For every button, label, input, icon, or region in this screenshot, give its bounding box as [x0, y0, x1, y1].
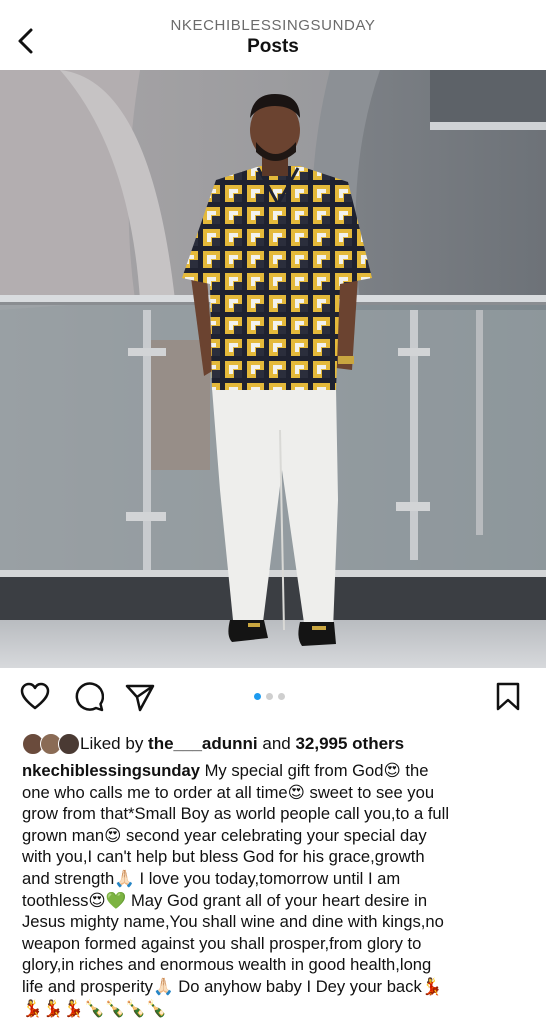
carousel-dot — [266, 693, 273, 700]
carousel-indicator — [254, 693, 285, 701]
paper-plane-icon — [125, 684, 155, 712]
likes-text: Liked by the___adunni and 32,995 others — [80, 734, 405, 753]
save-button[interactable] — [494, 682, 522, 717]
caption-line: 💃💃💃🍾🍾🍾🍾 — [22, 998, 167, 1018]
comment-button[interactable] — [74, 682, 105, 717]
post-image[interactable] — [0, 70, 546, 668]
carousel-dot — [278, 693, 285, 700]
avatar — [58, 733, 80, 755]
share-button[interactable] — [125, 682, 155, 717]
likes-count[interactable]: 32,995 others — [295, 734, 404, 753]
caption-line: and strength🙏🏻 I love you today,tomorrow… — [22, 868, 401, 888]
post-caption: nkechiblessingsunday My special gift fro… — [22, 760, 527, 1019]
caption-line: with you,I can't help but bless God for … — [22, 847, 425, 867]
caption-line: My special gift from God😍 the — [199, 761, 429, 780]
liker-avatars — [22, 733, 80, 755]
caption-line: one who calls me to order at all time😍 s… — [22, 782, 435, 802]
likes-row[interactable]: Liked by the___adunni and 32,995 others — [22, 733, 404, 755]
caption-line: grow from that*Small Boy as world people… — [22, 804, 450, 824]
like-button[interactable] — [20, 682, 50, 717]
page-title: Posts — [247, 36, 299, 57]
top-header: NKECHIBLESSINGSUNDAY Posts — [0, 0, 546, 70]
comment-bubble-icon — [75, 682, 105, 712]
caption-username[interactable]: nkechiblessingsunday — [22, 761, 200, 780]
caption-line: weapon formed against you shall prosper,… — [22, 933, 422, 953]
heart-icon — [20, 682, 50, 710]
caption-line: glory,in riches and enormous wealth in g… — [22, 955, 432, 975]
carousel-dot-active — [254, 693, 261, 700]
caption-line: life and prosperity🙏🏻 Do anyhow baby I D… — [22, 976, 443, 996]
header-username[interactable]: NKECHIBLESSINGSUNDAY — [0, 17, 546, 34]
caption-line: grown man😍 second year celebrating your … — [22, 825, 427, 845]
caption-line: Jesus mighty name,You shall wine and din… — [22, 912, 444, 932]
bookmark-icon — [496, 682, 520, 711]
caption-line: toothless😍💚 May God grant all of your he… — [22, 890, 428, 910]
liker-username[interactable]: the___adunni — [148, 734, 258, 753]
